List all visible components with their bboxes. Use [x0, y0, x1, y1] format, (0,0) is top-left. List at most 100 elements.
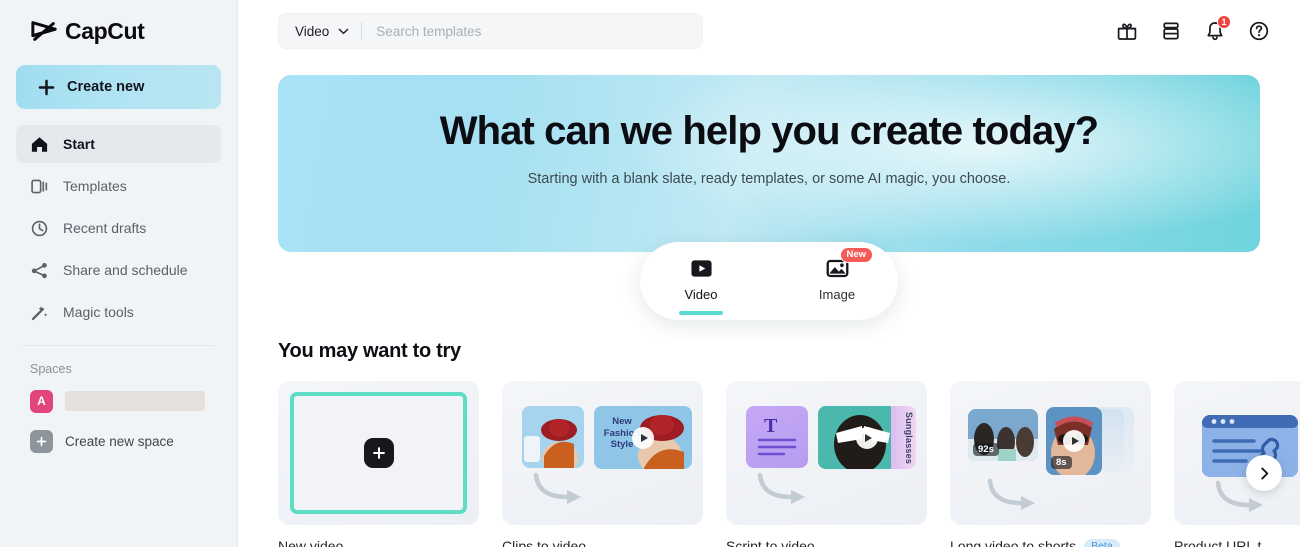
- beta-badge: Beta: [1084, 538, 1120, 547]
- card-clips-to-video-label: Clips to video: [502, 538, 703, 547]
- new-video-plus-button[interactable]: [363, 438, 394, 468]
- brand-name: CapCut: [65, 17, 145, 44]
- duration-chip-result: 8s: [1051, 455, 1072, 469]
- sidebar-divider: [22, 345, 215, 346]
- search-bar: Video: [278, 13, 703, 49]
- topbar: Video Search templates 1: [238, 0, 1300, 62]
- shorts-result-thumb: 8s: [1046, 407, 1102, 475]
- play-button: [1063, 430, 1085, 452]
- search-type-label: Video: [295, 23, 330, 39]
- card-new-video-label: New video: [278, 538, 479, 547]
- gift-icon[interactable]: [1116, 20, 1138, 42]
- help-icon[interactable]: [1248, 20, 1270, 42]
- create-new-space-label: Create new space: [65, 433, 174, 449]
- transform-arrow-icon: [987, 478, 1035, 510]
- create-new-button[interactable]: Create new: [16, 65, 221, 109]
- sidebar-item-start[interactable]: Start: [16, 125, 221, 163]
- sidebar-item-recent-drafts[interactable]: Recent drafts: [16, 209, 221, 247]
- card-long-video-to-shorts-label: Long video to shorts Beta: [950, 538, 1151, 547]
- transform-arrow-icon: [533, 472, 581, 504]
- card-clips-to-video[interactable]: New Fashion Style Clips to video: [502, 381, 703, 547]
- card-label-text: Long video to shorts: [950, 538, 1077, 547]
- duration-chip-source: 92s: [973, 442, 999, 456]
- search-type-dropdown[interactable]: Video: [279, 24, 361, 39]
- card-script-to-video-thumb: T Sunglasses: [726, 381, 927, 525]
- share-icon: [31, 262, 47, 278]
- text-script-icon: T: [757, 415, 797, 456]
- space-item[interactable]: A: [16, 386, 221, 416]
- transform-arrow-icon: [757, 472, 805, 504]
- clock-icon: [31, 220, 48, 236]
- capcut-app: CapCut Create new Start Templates Recent…: [0, 0, 1300, 547]
- woman-red-hat-small-image: [522, 406, 584, 468]
- spaces-heading: Spaces: [30, 362, 72, 376]
- home-icon: [31, 136, 48, 152]
- main-content: Video Search templates 1 What can we hel…: [238, 0, 1300, 547]
- card-long-video-to-shorts[interactable]: 92s 8s Long video to shorts Beta: [950, 381, 1151, 547]
- templates-icon: [31, 179, 48, 193]
- card-new-video-thumb: [278, 381, 479, 525]
- card-label-text: Script to video: [726, 538, 815, 547]
- plus-icon: [372, 447, 385, 459]
- script-source-thumb: T: [746, 406, 808, 468]
- sidebar-item-share-and-schedule[interactable]: Share and schedule: [16, 251, 221, 289]
- create-new-space-button[interactable]: Create new space: [16, 426, 221, 456]
- hero-title: What can we help you create today?: [439, 109, 1099, 153]
- play-triangle-icon: [1071, 437, 1079, 445]
- capcut-logo-icon: [31, 21, 57, 41]
- long-video-source-thumb: 92s: [968, 409, 1038, 461]
- card-label-text: Product URL t: [1174, 538, 1262, 547]
- card-new-video[interactable]: New video: [278, 381, 479, 547]
- tab-active-underline: [679, 311, 723, 315]
- tab-image[interactable]: New Image: [799, 246, 875, 306]
- play-button: [632, 426, 654, 449]
- play-triangle-icon: [864, 433, 872, 442]
- card-carousel: New video New Fashion Style Clips to vid…: [278, 381, 1300, 547]
- sidebar-item-recent-drafts-label: Recent drafts: [63, 220, 147, 236]
- clip-result-thumb: New Fashion Style: [594, 406, 692, 469]
- card-clips-to-video-thumb: New Fashion Style: [502, 381, 703, 525]
- script-result-thumb: Sunglasses: [818, 406, 916, 469]
- box-icon[interactable]: [1160, 20, 1182, 42]
- play-button: [856, 426, 878, 449]
- clip-source-thumb: [522, 406, 584, 468]
- brand-logo-area: CapCut: [16, 0, 221, 62]
- bell-icon[interactable]: 1: [1204, 15, 1231, 42]
- tab-video[interactable]: Video: [663, 257, 739, 315]
- search-input[interactable]: [362, 14, 702, 48]
- sunglasses-label: Sunglasses: [904, 412, 914, 465]
- sidebar-item-share-and-schedule-label: Share and schedule: [63, 262, 188, 278]
- svg-text:T: T: [764, 415, 778, 437]
- video-icon-wrap: [690, 257, 713, 280]
- hero-banner: What can we help you create today? Start…: [278, 75, 1260, 320]
- sidebar-item-start-label: Start: [63, 136, 95, 152]
- card-label-text: New video: [278, 538, 344, 547]
- new-badge: New: [839, 246, 874, 263]
- create-new-label: Create new: [67, 79, 145, 95]
- notification-badge: 1: [1217, 15, 1231, 29]
- chevron-right-icon: [1260, 467, 1268, 479]
- carousel-next-button[interactable]: [1246, 455, 1282, 491]
- card-product-url-label: Product URL t: [1174, 538, 1300, 547]
- wand-icon: [31, 305, 48, 320]
- plus-small-icon: [36, 436, 47, 446]
- topbar-icon-group: 1: [1116, 15, 1270, 42]
- sidebar-item-templates-label: Templates: [63, 178, 127, 194]
- mode-selector-card: Video New Image: [640, 242, 898, 320]
- card-script-to-video-label: Script to video: [726, 538, 927, 547]
- chevron-down-icon: [338, 28, 349, 34]
- card-product-url-to-video[interactable]: Product URL t: [1174, 381, 1300, 547]
- hero-subtitle: Starting with a blank slate, ready templ…: [527, 171, 1011, 187]
- card-script-to-video[interactable]: T Sunglasses Script to video: [726, 381, 927, 547]
- sidebar-item-magic-tools[interactable]: Magic tools: [16, 293, 221, 331]
- sidebar-item-magic-tools-label: Magic tools: [63, 304, 134, 320]
- section-title: You may want to try: [278, 340, 461, 362]
- tab-image-label: Image: [818, 286, 856, 302]
- space-add-icon: [30, 429, 53, 453]
- card-label-text: Clips to video: [502, 538, 587, 547]
- space-name-redacted: [65, 391, 205, 411]
- play-triangle-icon: [640, 433, 648, 442]
- video-icon: [690, 259, 712, 277]
- sidebar-item-templates[interactable]: Templates: [16, 167, 221, 205]
- plus-icon: [38, 79, 55, 95]
